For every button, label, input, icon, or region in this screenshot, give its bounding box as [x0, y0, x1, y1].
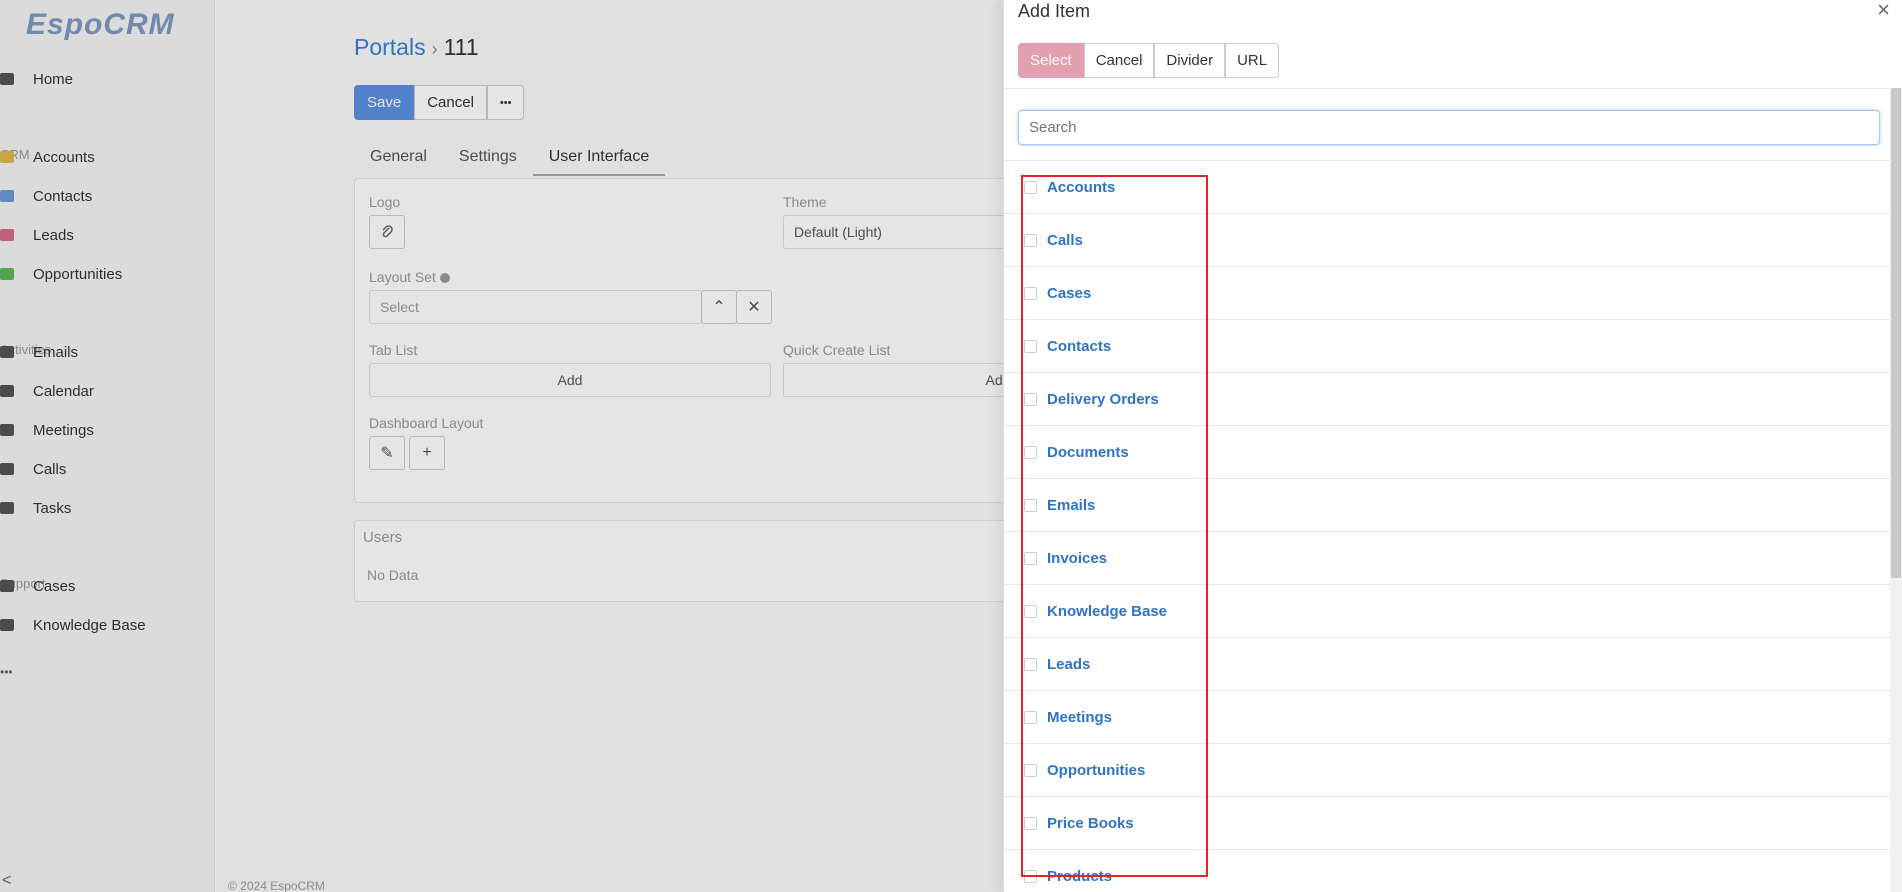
list-item[interactable]: Contacts — [1004, 319, 1891, 372]
item-checkbox[interactable] — [1024, 392, 1037, 406]
item-link[interactable]: Invoices — [1047, 550, 1107, 567]
item-checkbox[interactable] — [1024, 498, 1037, 512]
modal-action-buttons: Select Cancel Divider URL — [1018, 43, 1280, 78]
item-link[interactable]: Cases — [1047, 285, 1091, 302]
item-checkbox[interactable] — [1024, 710, 1037, 724]
item-link[interactable]: Leads — [1047, 656, 1090, 673]
list-item[interactable]: Invoices — [1004, 531, 1891, 584]
item-checkbox[interactable] — [1024, 233, 1037, 247]
close-icon[interactable]: × — [1877, 0, 1890, 21]
item-checkbox[interactable] — [1024, 869, 1037, 883]
add-item-modal: Add Item × Select Cancel Divider URL Acc… — [1003, 0, 1902, 892]
list-item[interactable]: Meetings — [1004, 690, 1891, 743]
item-checkbox[interactable] — [1024, 180, 1037, 194]
item-link[interactable]: Opportunities — [1047, 762, 1145, 779]
item-checkbox[interactable] — [1024, 286, 1037, 300]
list-item[interactable]: Delivery Orders — [1004, 372, 1891, 425]
list-item[interactable]: Calls — [1004, 213, 1891, 266]
item-checkbox[interactable] — [1024, 339, 1037, 353]
item-link[interactable]: Price Books — [1047, 815, 1134, 832]
item-link[interactable]: Documents — [1047, 444, 1129, 461]
list-item[interactable]: Knowledge Base — [1004, 584, 1891, 637]
list-item[interactable]: Emails — [1004, 478, 1891, 531]
modal-header-divider — [1004, 88, 1902, 89]
item-link[interactable]: Knowledge Base — [1047, 603, 1167, 620]
divider-button[interactable]: Divider — [1154, 43, 1226, 78]
item-checkbox[interactable] — [1024, 604, 1037, 618]
cancel-button[interactable]: Cancel — [1083, 43, 1155, 78]
item-link[interactable]: Contacts — [1047, 338, 1111, 355]
select-button[interactable]: Select — [1018, 43, 1084, 78]
item-link[interactable]: Emails — [1047, 497, 1095, 514]
list-item[interactable]: Documents — [1004, 425, 1891, 478]
modal-scrollbar[interactable] — [1890, 88, 1902, 892]
item-link[interactable]: Accounts — [1047, 179, 1115, 196]
item-checkbox[interactable] — [1024, 445, 1037, 459]
item-checkbox[interactable] — [1024, 657, 1037, 671]
url-button[interactable]: URL — [1225, 43, 1280, 78]
list-item[interactable]: Products — [1004, 849, 1891, 892]
item-list: Accounts Calls Cases Contacts Delivery Order… — [1004, 160, 1891, 892]
list-item[interactable]: Price Books — [1004, 796, 1891, 849]
item-checkbox[interactable] — [1024, 763, 1037, 777]
item-checkbox[interactable] — [1024, 816, 1037, 830]
search-input[interactable] — [1018, 110, 1880, 145]
item-link[interactable]: Meetings — [1047, 709, 1112, 726]
list-item[interactable]: Leads — [1004, 637, 1891, 690]
item-link[interactable]: Products — [1047, 868, 1112, 885]
item-checkbox[interactable] — [1024, 551, 1037, 565]
scrollbar-thumb[interactable] — [1891, 88, 1901, 578]
list-item[interactable]: Opportunities — [1004, 743, 1891, 796]
list-item[interactable]: Accounts — [1004, 160, 1891, 213]
list-item[interactable]: Cases — [1004, 266, 1891, 319]
modal-title: Add Item — [1018, 1, 1091, 21]
item-link[interactable]: Calls — [1047, 232, 1083, 249]
item-link[interactable]: Delivery Orders — [1047, 391, 1159, 408]
